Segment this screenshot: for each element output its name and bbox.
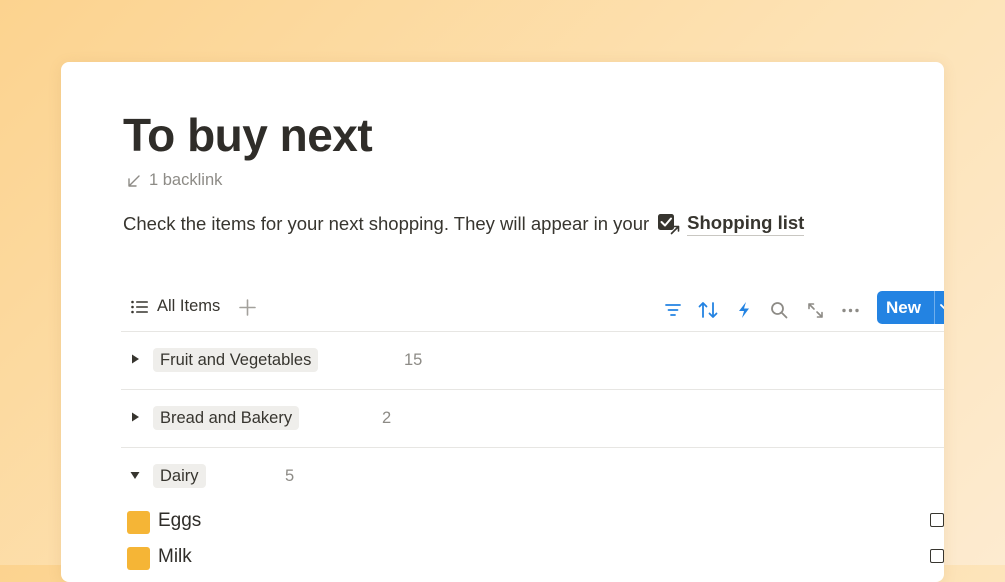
filter-button[interactable]: [662, 299, 684, 321]
more-icon: [841, 308, 859, 312]
arrow-down-left-icon: [128, 174, 140, 187]
item-checkbox[interactable]: [930, 513, 944, 527]
group-dairy: Dairy 5: [121, 447, 944, 505]
search-button[interactable]: [768, 299, 790, 321]
checkbox-link-icon: [658, 214, 680, 235]
more-button[interactable]: [839, 299, 861, 321]
collapsed-toggle-icon[interactable]: [129, 411, 141, 423]
group-bread-and-bakery: Bread and Bakery 2: [121, 389, 944, 448]
page-description: Check the items for your next shopping. …: [123, 212, 805, 236]
shopping-list-link[interactable]: Shopping list: [657, 212, 805, 236]
new-button-label: New: [886, 297, 921, 317]
group-tag: Bread and Bakery: [153, 406, 300, 430]
plus-icon: [239, 299, 256, 316]
group-tag: Fruit and Vegetables: [153, 348, 319, 372]
add-view-button[interactable]: [239, 299, 256, 321]
new-button[interactable]: New: [877, 291, 944, 324]
collapsed-toggle-icon[interactable]: [129, 353, 141, 365]
item-color-icon: [127, 547, 150, 570]
database-toolbar: All Items New: [121, 291, 944, 332]
lightning-icon: [739, 302, 749, 318]
automation-button[interactable]: [733, 299, 755, 321]
view-tab-label: All Items: [157, 297, 221, 315]
description-text: Check the items for your next shopping. …: [123, 213, 650, 234]
backlink-label: 1 backlink: [149, 171, 223, 189]
view-tab-all-items[interactable]: All Items: [131, 297, 220, 316]
page-card: To buy next 1 backlink Check the items f…: [61, 62, 944, 582]
filter-icon: [665, 304, 681, 316]
list-icon: [131, 300, 148, 313]
list-item[interactable]: Milk: [121, 544, 944, 574]
search-icon: [771, 302, 788, 319]
backlink-button[interactable]: 1 backlink: [127, 171, 222, 190]
sort-button[interactable]: [697, 299, 719, 321]
item-color-icon: [127, 511, 150, 534]
group-header[interactable]: Bread and Bakery 2: [121, 389, 944, 447]
expanded-toggle-icon[interactable]: [129, 469, 141, 481]
group-count: 15: [404, 351, 423, 369]
page-title: To buy next: [123, 109, 373, 161]
group-count: 2: [382, 409, 392, 427]
item-checkbox[interactable]: [930, 549, 944, 563]
new-button-divider: [934, 291, 935, 324]
group-fruit-and-vegetables: Fruit and Vegetables 15: [121, 331, 944, 390]
chevron-down-icon[interactable]: [939, 301, 944, 313]
sort-icon: [698, 302, 718, 318]
item-label: Eggs: [158, 510, 202, 531]
group-tag: Dairy: [153, 464, 206, 488]
group-header[interactable]: Dairy 5: [121, 447, 944, 505]
shopping-list-link-label: Shopping list: [687, 212, 805, 236]
group-header[interactable]: Fruit and Vegetables 15: [121, 331, 944, 389]
group-count: 5: [285, 467, 295, 485]
expand-button[interactable]: [804, 299, 826, 321]
list-item[interactable]: Eggs: [121, 508, 944, 538]
expand-icon: [807, 302, 823, 318]
